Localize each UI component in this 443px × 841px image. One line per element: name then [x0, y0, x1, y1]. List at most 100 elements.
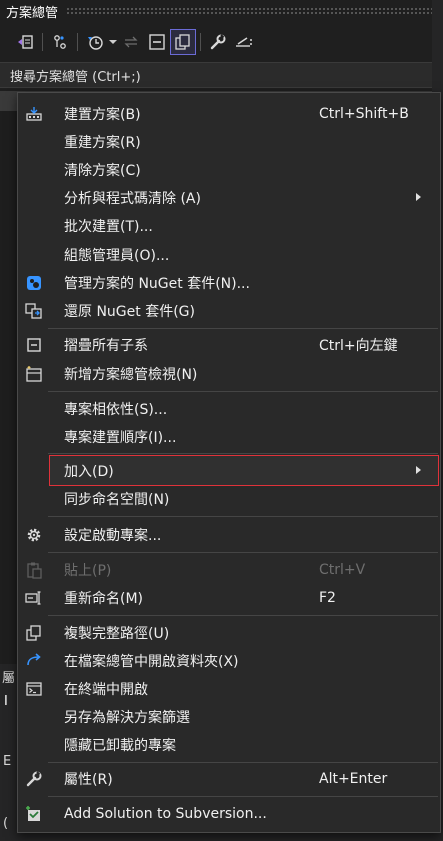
- collapse-all-button[interactable]: [144, 29, 170, 55]
- menu-item-save-as-solution-filter[interactable]: 另存為解決方案篩選: [18, 703, 440, 730]
- chevron-down-icon: [109, 40, 117, 44]
- menu-separator: [48, 328, 438, 329]
- menu-separator: [48, 391, 438, 392]
- menu-item-rename[interactable]: 重新命名(M) F2: [18, 584, 440, 611]
- menu-item-build-solution[interactable]: 建置方案(B) Ctrl+Shift+B: [18, 100, 440, 127]
- wrench-icon: [210, 34, 226, 50]
- collapse-icon: [149, 34, 165, 50]
- menu-item-label: 還原 NuGet 套件(G): [64, 303, 195, 320]
- background-text-fragment: (: [3, 816, 9, 831]
- menu-item-rebuild-solution[interactable]: 重建方案(R): [18, 128, 440, 155]
- menu-item-label: 複製完整路徑(U): [64, 625, 170, 642]
- preview-selected-items-button[interactable]: [231, 29, 257, 55]
- menu-item-open-folder-in-explorer[interactable]: 在檔案總管中開啟資料夾(X): [18, 647, 440, 674]
- menu-item-manage-nuget-packages[interactable]: 管理方案的 NuGet 套件(N)...: [18, 269, 440, 296]
- submenu-arrow-icon: [416, 466, 421, 474]
- nuget-icon: [24, 273, 44, 293]
- menu-item-label: 隱藏已卸載的專案: [64, 737, 176, 754]
- copy-icon: [24, 623, 44, 643]
- menu-item-label: 新增方案總管檢視(N): [64, 366, 198, 383]
- menu-separator: [48, 453, 438, 454]
- gear-icon: [24, 525, 44, 545]
- properties-toolbar-button[interactable]: [205, 29, 231, 55]
- menu-separator: [48, 552, 438, 553]
- menu-item-label: Add Solution to Subversion...: [64, 805, 267, 822]
- menu-separator: [48, 762, 438, 763]
- background-text-fragment: E: [3, 754, 12, 769]
- menu-item-batch-build[interactable]: 批次建置(T)...: [18, 212, 440, 239]
- terminal-icon: [24, 679, 44, 699]
- search-solution-explorer-input[interactable]: 搜尋方案總管 (Ctrl+;): [0, 62, 443, 88]
- menu-item-label: 摺疊所有子系: [64, 337, 148, 354]
- menu-item-paste: 貼上(P) Ctrl+V: [18, 556, 440, 583]
- copy-pages-icon: [175, 34, 190, 50]
- menu-item-label: 在終端中開啟: [64, 681, 148, 698]
- background-text-fragment: I: [4, 694, 8, 709]
- restore-packages-icon: [24, 301, 44, 321]
- panel-title-bar: 方案總管: [0, 0, 443, 22]
- solution-explorer-toolbar: [0, 26, 443, 58]
- menu-item-shortcut: Ctrl+Shift+B: [319, 105, 409, 122]
- collapse-all-icon: [24, 335, 44, 355]
- menu-item-open-in-terminal[interactable]: 在終端中開啟: [18, 675, 440, 702]
- menu-item-shortcut: Ctrl+向左鍵: [319, 337, 398, 354]
- menu-item-shortcut: F2: [319, 589, 336, 606]
- menu-item-label: 屬性(R): [64, 771, 113, 788]
- menu-item-label: 專案建置順序(I)...: [64, 429, 177, 446]
- menu-item-label: 設定啟動專案...: [64, 527, 162, 544]
- menu-item-shortcut: Ctrl+V: [319, 561, 366, 578]
- submenu-arrow-icon: [416, 193, 421, 201]
- background-text-fragment: 屬: [2, 671, 16, 686]
- show-all-files-button[interactable]: [170, 29, 196, 55]
- toolbar-separator: [42, 33, 43, 51]
- sync-with-active-document-button[interactable]: [118, 29, 144, 55]
- paste-icon: [24, 560, 44, 580]
- menu-item-shortcut: Alt+Enter: [319, 770, 388, 787]
- drag-grip[interactable]: [66, 7, 437, 15]
- sync-icon: [54, 35, 66, 49]
- menu-item-label: 貼上(P): [64, 562, 112, 579]
- preview-icon: [236, 37, 252, 47]
- menu-item-label: 分析與程式碼清除 (A): [64, 190, 201, 207]
- menu-item-label: 專案相依性(S)...: [64, 401, 168, 418]
- menu-item-properties[interactable]: 屬性(R) Alt+Enter: [18, 765, 440, 792]
- menu-item-restore-nuget-packages[interactable]: 還原 NuGet 套件(G): [18, 297, 440, 324]
- menu-item-analyze-code-cleanup[interactable]: 分析與程式碼清除 (A): [18, 184, 440, 211]
- menu-separator: [48, 615, 438, 616]
- rename-icon: [24, 588, 44, 608]
- menu-item-label: 另存為解決方案篩選: [64, 709, 190, 726]
- menu-item-set-startup-projects[interactable]: 設定啟動專案...: [18, 521, 440, 548]
- menu-item-clean-solution[interactable]: 清除方案(C): [18, 156, 440, 183]
- switch-views-button[interactable]: [12, 29, 38, 55]
- menu-item-sync-namespaces[interactable]: 同步命名空間(N): [18, 485, 440, 512]
- menu-item-hide-unloaded-projects[interactable]: 隱藏已卸載的專案: [18, 731, 440, 758]
- menu-item-label: 組態管理員(O)...: [64, 247, 170, 264]
- vs-switch-views-icon: [18, 35, 33, 49]
- menu-item-copy-full-path[interactable]: 複製完整路徑(U): [18, 619, 440, 646]
- new-view-icon: [24, 364, 44, 384]
- menu-item-label: 建置方案(B): [64, 106, 141, 123]
- history-button[interactable]: [82, 29, 108, 55]
- menu-item-label: 清除方案(C): [64, 162, 141, 179]
- menu-item-label: 重新命名(M): [64, 590, 144, 607]
- menu-item-label: 批次建置(T)...: [64, 218, 153, 235]
- menu-item-new-solution-explorer-view[interactable]: 新增方案總管檢視(N): [18, 360, 440, 387]
- open-folder-arrow-icon: [24, 651, 44, 671]
- menu-item-configuration-manager[interactable]: 組態管理員(O)...: [18, 241, 440, 268]
- wrench-icon: [24, 769, 44, 789]
- menu-item-label: 在檔案總管中開啟資料夾(X): [64, 653, 239, 670]
- history-dropdown-button[interactable]: [108, 29, 118, 55]
- menu-item-add-to-subversion[interactable]: Add Solution to Subversion...: [18, 800, 440, 827]
- panel-title: 方案總管: [6, 5, 59, 21]
- menu-item-project-build-order[interactable]: 專案建置順序(I)...: [18, 423, 440, 450]
- menu-item-label: 管理方案的 NuGet 套件(N)...: [64, 275, 250, 292]
- sync-arrows-icon: [124, 36, 138, 48]
- toolbar-separator: [77, 33, 78, 51]
- menu-item-add[interactable]: 加入(D): [49, 455, 439, 486]
- solution-context-menu: 建置方案(B) Ctrl+Shift+B 重建方案(R) 清除方案(C) 分析與…: [17, 92, 441, 833]
- menu-item-collapse-all[interactable]: 摺疊所有子系 Ctrl+向左鍵: [18, 331, 440, 358]
- search-placeholder: 搜尋方案總管 (Ctrl+;): [10, 69, 141, 85]
- menu-item-project-dependencies[interactable]: 專案相依性(S)...: [18, 395, 440, 422]
- menu-item-label: 同步命名空間(N): [64, 491, 170, 508]
- pending-changes-filter-button[interactable]: [47, 29, 73, 55]
